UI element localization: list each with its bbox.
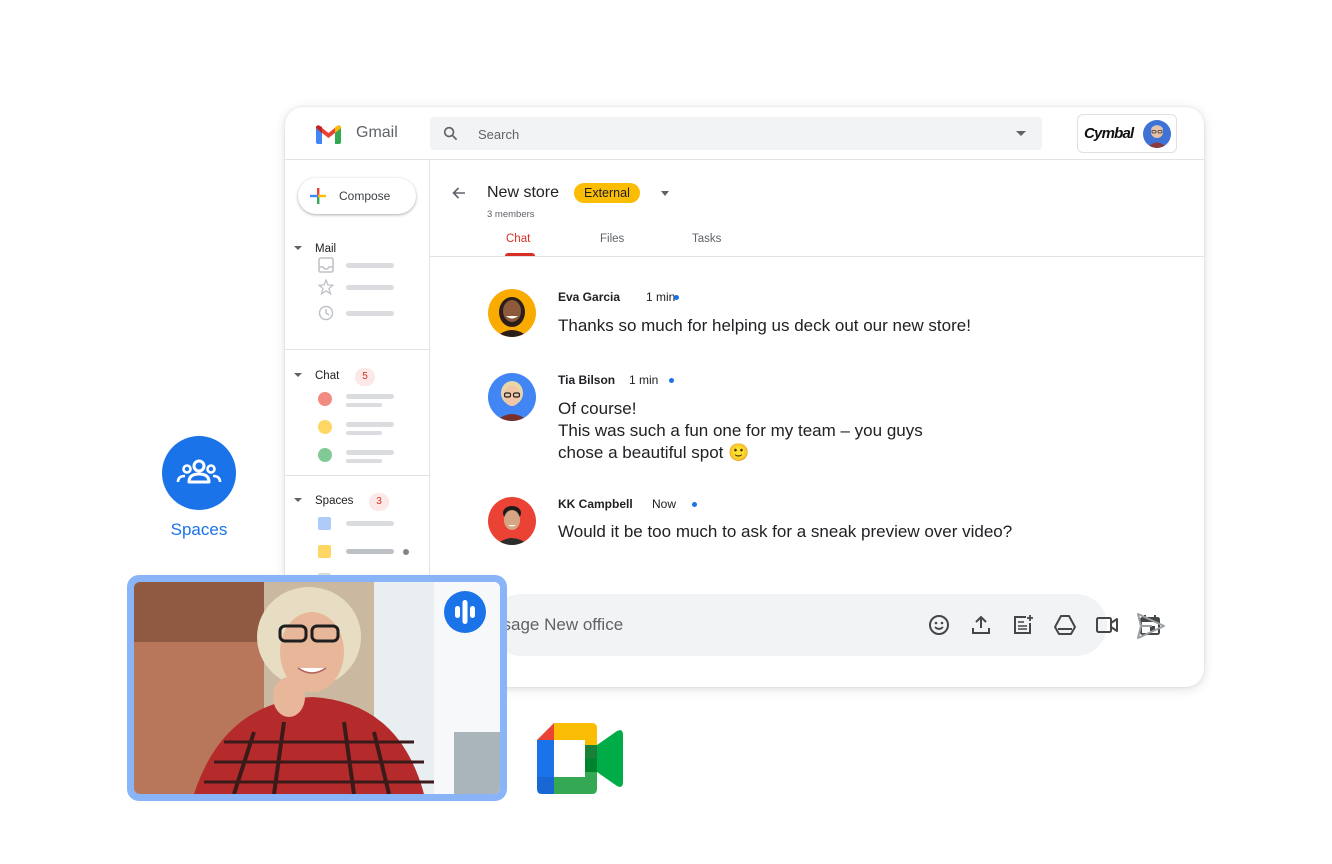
back-arrow-icon[interactable] — [451, 185, 467, 201]
message-text: Would it be too much to ask for a sneak … — [558, 522, 1013, 541]
chat-contact-dot[interactable] — [318, 420, 332, 434]
search-bar[interactable]: Search — [430, 117, 1042, 150]
send-icon[interactable] — [1136, 612, 1166, 640]
space-icon[interactable] — [318, 517, 331, 530]
search-input[interactable]: Search — [478, 127, 519, 142]
message-text: chose a beautiful spot 🙂 — [558, 443, 750, 462]
speaking-indicator — [444, 591, 486, 633]
message-text: Of course! — [558, 399, 637, 418]
message-text: Thanks so much for helping us deck out o… — [558, 316, 971, 335]
message-sender[interactable]: KK Campbell — [558, 497, 633, 511]
tab-chat[interactable]: Chat — [506, 233, 530, 245]
chat-item-placeholder[interactable] — [346, 394, 394, 399]
section-divider — [285, 349, 430, 350]
chat-item-placeholder[interactable] — [346, 450, 394, 455]
tabs-divider — [430, 256, 1204, 257]
upload-icon[interactable] — [969, 613, 993, 637]
chat-section-label: Chat — [315, 370, 340, 382]
tab-files[interactable]: Files — [600, 233, 624, 245]
room-menu-dropdown-icon[interactable] — [661, 191, 669, 196]
top-bar: Gmail Search Cymbal — [285, 107, 1204, 160]
space-item-placeholder[interactable] — [346, 521, 394, 526]
search-options-icon[interactable] — [1016, 131, 1026, 136]
section-divider — [285, 475, 430, 476]
person-icon — [496, 297, 528, 337]
online-status-dot — [669, 378, 674, 383]
members-count[interactable]: 3 members — [487, 209, 535, 220]
space-icon — [318, 545, 331, 558]
mail-item-placeholder[interactable] — [346, 311, 394, 316]
person-icon — [496, 381, 528, 421]
chat-section-toggle[interactable]: Chat — [294, 370, 339, 382]
message-composer[interactable]: ssage New office — [490, 594, 1160, 656]
message-text: This was such a fun one for my team – yo… — [558, 421, 923, 440]
mail-section-label: Mail — [315, 243, 337, 255]
star-icon[interactable] — [318, 279, 334, 295]
create-doc-icon[interactable] — [1011, 613, 1035, 637]
chat-item-subline — [346, 431, 382, 435]
online-status-dot — [674, 295, 679, 300]
account-switcher[interactable]: Cymbal — [1077, 114, 1177, 153]
spaces-button[interactable] — [162, 436, 236, 510]
brand-logo: Cymbal — [1084, 125, 1134, 142]
spaces-section-label: Spaces — [315, 495, 354, 507]
message-time: 1 min — [646, 290, 676, 304]
video-call-icon[interactable] — [1095, 613, 1119, 637]
chat-contact-dot[interactable] — [318, 448, 332, 462]
message-time: Now — [652, 497, 677, 511]
plus-icon — [310, 188, 326, 204]
clock-icon[interactable] — [318, 305, 334, 321]
inbox-icon[interactable] — [318, 257, 334, 273]
room-title: New store — [487, 184, 560, 201]
mail-item-placeholder[interactable] — [346, 263, 394, 268]
avatar-eva-garcia[interactable] — [488, 289, 536, 337]
emoji-icon[interactable] — [927, 613, 951, 637]
collapse-triangle-icon — [294, 497, 302, 502]
spaces-label: Spaces — [170, 520, 228, 539]
compose-label: Compose — [339, 189, 391, 203]
message-sender[interactable]: Eva Garcia — [558, 290, 620, 304]
chat-item-subline — [346, 403, 382, 407]
chat-item-placeholder[interactable] — [346, 422, 394, 427]
mail-section-toggle[interactable]: Mail — [294, 243, 336, 255]
collapse-triangle-icon — [294, 245, 302, 250]
search-icon — [443, 126, 458, 141]
mail-item-placeholder[interactable] — [346, 285, 394, 290]
tab-tasks[interactable]: Tasks — [692, 233, 721, 245]
drive-icon[interactable] — [1053, 613, 1077, 637]
group-icon — [176, 459, 222, 484]
chat-item-subline — [346, 459, 382, 463]
message-input[interactable]: ssage New office — [494, 615, 623, 635]
compose-button[interactable]: Compose — [298, 178, 416, 214]
collapse-triangle-icon — [294, 372, 302, 377]
message-time: 1 min — [629, 373, 659, 387]
message-sender[interactable]: Tia Bilson — [558, 373, 615, 387]
avatar-tia-bilson[interactable] — [488, 373, 536, 421]
google-meet-logo-icon — [537, 723, 623, 794]
person-icon — [496, 506, 528, 545]
app-name: Gmail — [356, 124, 398, 141]
external-badge: External — [574, 183, 640, 203]
online-status-dot — [692, 502, 697, 507]
space-item-placeholder — [346, 549, 394, 554]
audio-level-icon — [455, 600, 475, 624]
avatar-kk-campbell[interactable] — [488, 497, 536, 545]
spaces-unread-badge: 3 — [369, 493, 389, 511]
person-icon — [1147, 125, 1167, 148]
spaces-section-toggle[interactable]: Spaces — [294, 495, 353, 507]
chat-contact-dot[interactable] — [318, 392, 332, 406]
account-avatar[interactable] — [1143, 120, 1171, 148]
chat-unread-badge: 5 — [355, 368, 375, 386]
unread-dot — [403, 549, 409, 555]
gmail-logo-icon[interactable] — [316, 125, 341, 144]
